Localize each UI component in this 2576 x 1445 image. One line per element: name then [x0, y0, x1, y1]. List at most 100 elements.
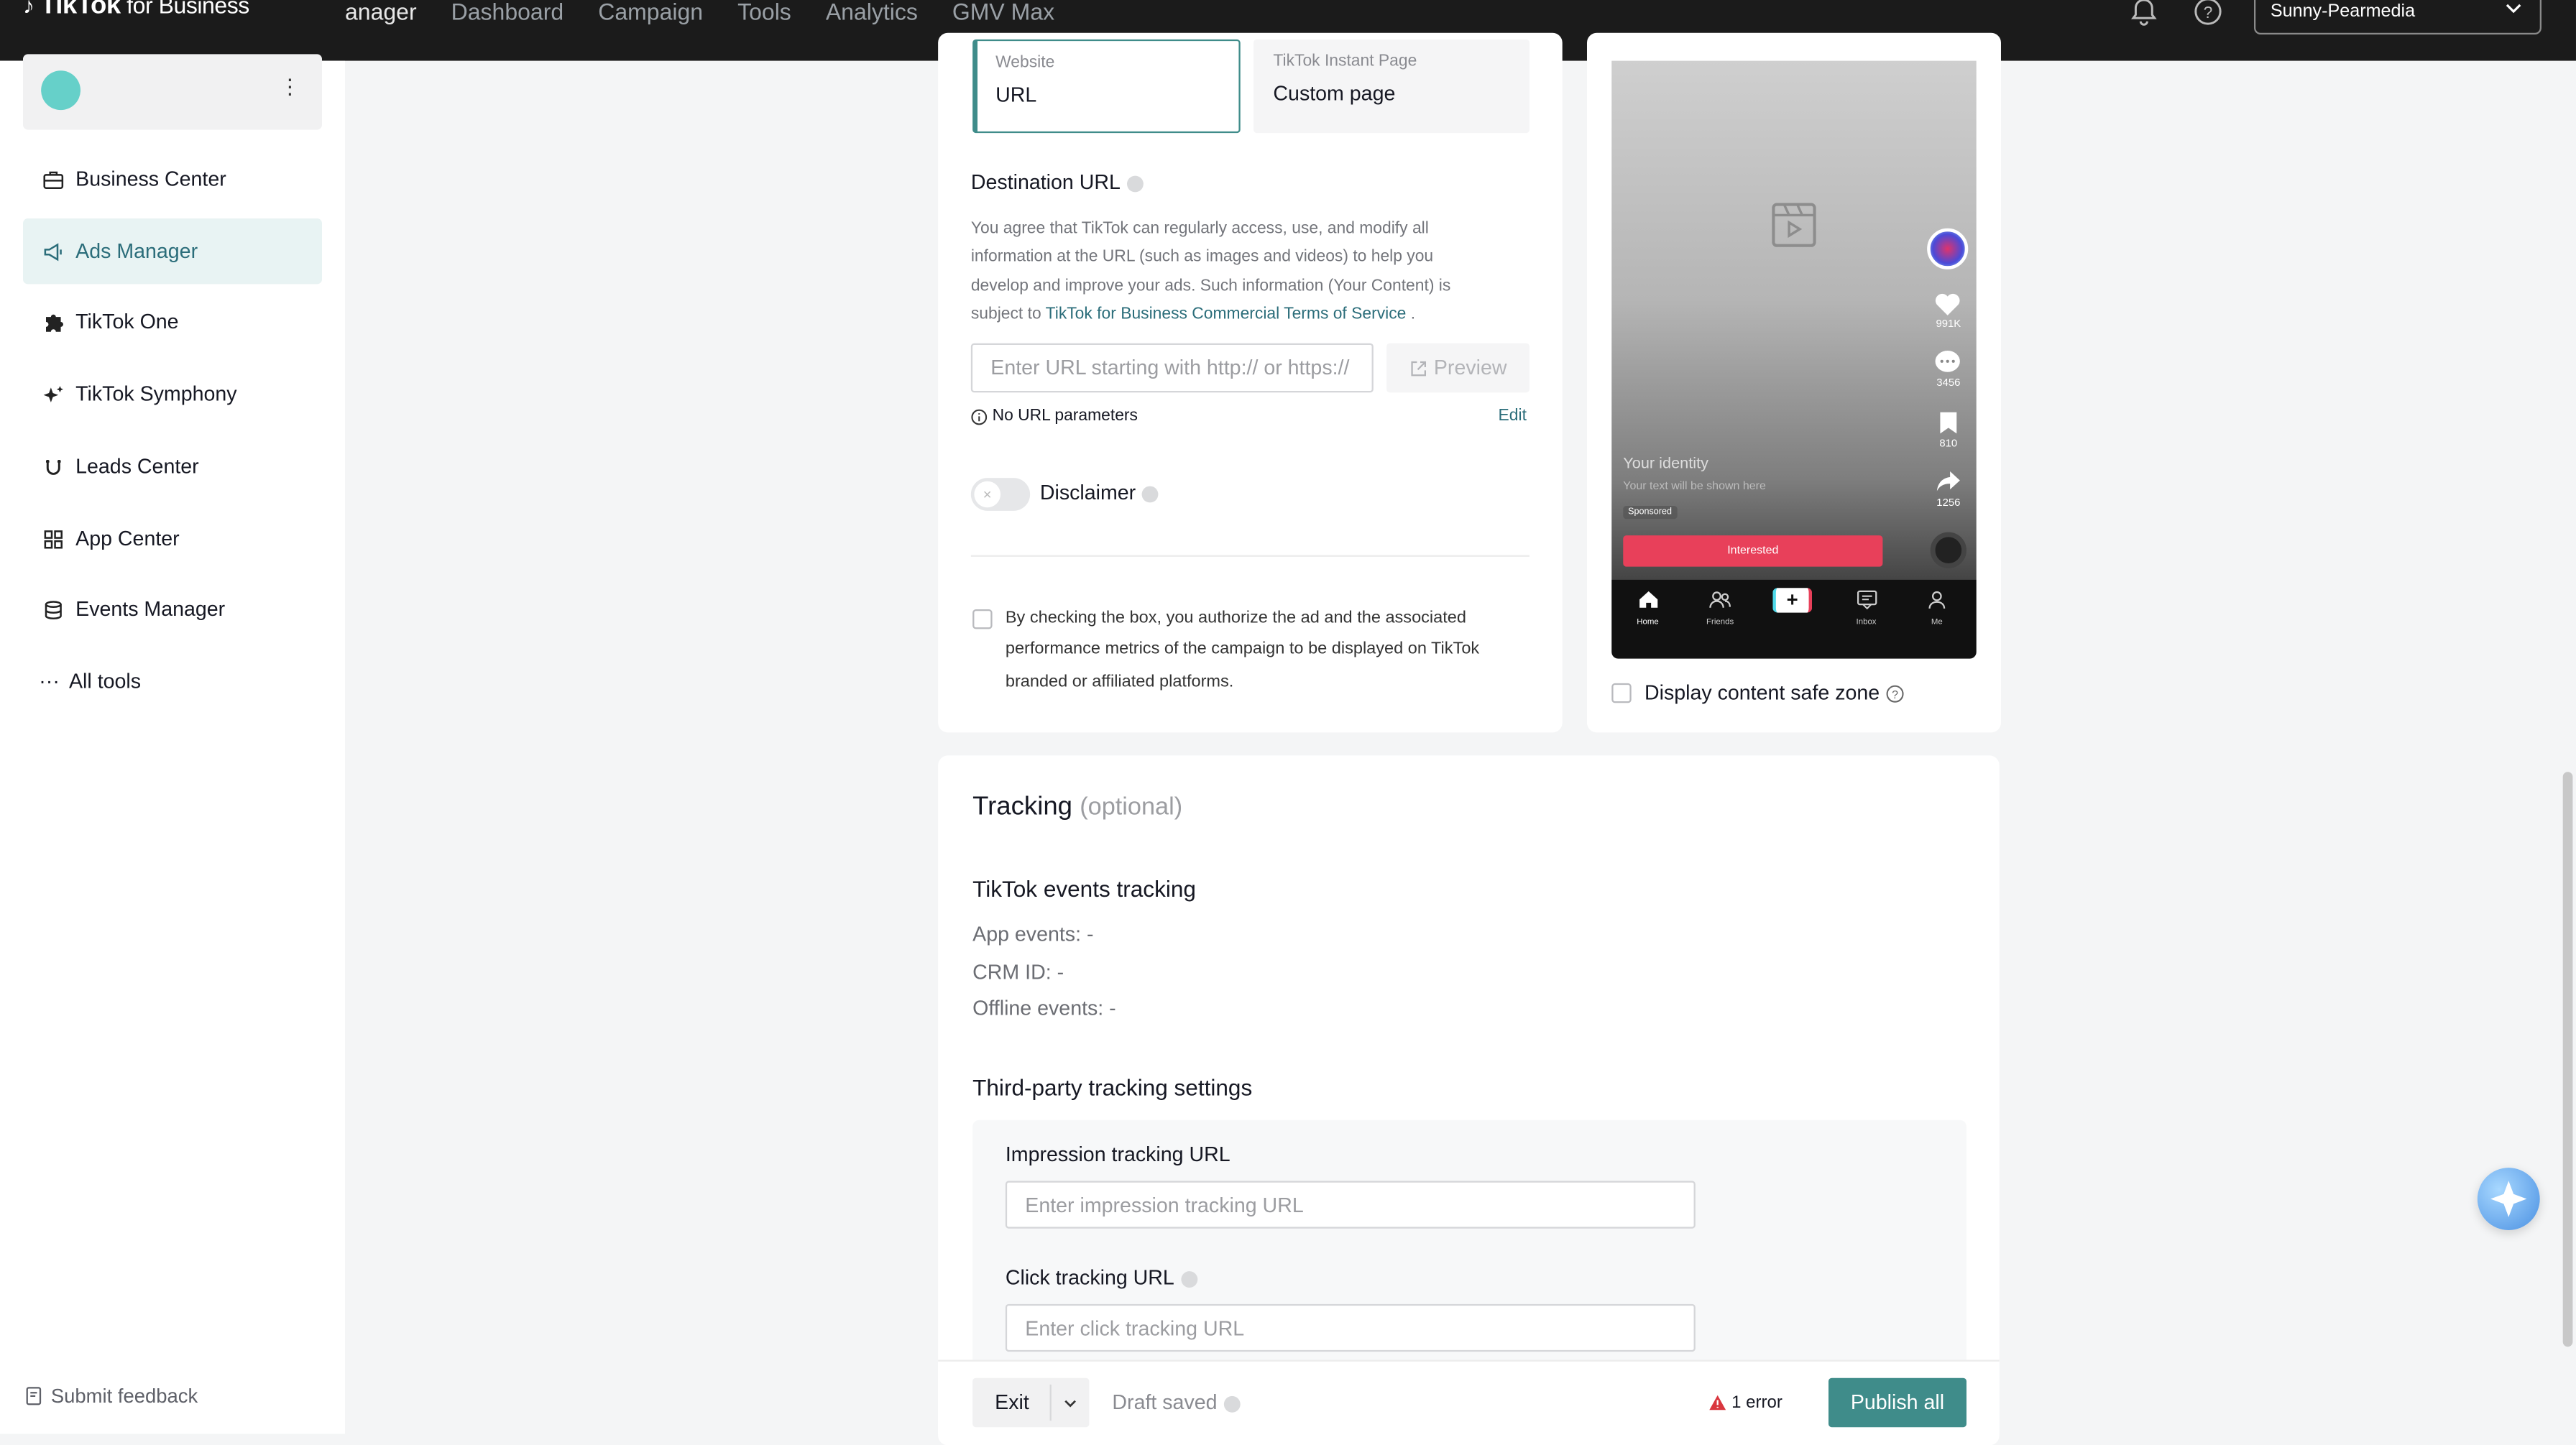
safe-zone-label: Display content safe zone? — [1644, 682, 1904, 705]
url-params-status: No URL parameters — [971, 407, 1138, 425]
account-selector[interactable]: Sunny-Pearmedia — [2253, 0, 2542, 34]
identity-text: Your identity — [1623, 455, 1708, 474]
tiktok-logo-icon: ♪ — [22, 0, 40, 19]
help-icon[interactable] — [1223, 1395, 1241, 1413]
avatar[interactable] — [41, 70, 80, 111]
consent-checkbox[interactable] — [972, 609, 993, 629]
likes-count: 991K — [1936, 318, 1961, 331]
sidebar-item-all-tools[interactable]: ··· All tools — [23, 649, 322, 714]
brand-logo[interactable]: ♪ TikTok for Business — [23, 0, 249, 22]
disclaimer-toggle[interactable]: × — [970, 478, 1031, 511]
briefcase-icon — [41, 167, 64, 190]
top-nav: anager Dashboard Campaign Tools Analytic… — [345, 0, 1054, 24]
click-url-input[interactable]: Enter click tracking URL — [1005, 1303, 1696, 1352]
divider — [970, 555, 1530, 557]
safe-zone-checkbox[interactable] — [1611, 683, 1632, 703]
account-card[interactable]: ⋮ — [22, 54, 322, 130]
caption-hint: Your text will be shown here — [1623, 481, 1766, 493]
sidebar-item-events-manager[interactable]: Events Manager — [23, 576, 322, 642]
assistant-button[interactable] — [2477, 1168, 2540, 1230]
sidebar-item-leads-center[interactable]: Leads Center — [23, 433, 322, 499]
create-button: + — [1772, 588, 1813, 613]
feedback-icon — [26, 1387, 42, 1405]
profile-avatar — [1927, 228, 1969, 269]
tab-friends: Friends — [1703, 588, 1736, 627]
inbox-icon — [1856, 590, 1877, 610]
consent-text: By checking the box, you authorize the a… — [1005, 609, 1480, 691]
more-options-icon[interactable]: ⋮ — [280, 74, 301, 101]
sidebar-item-tiktok-one[interactable]: TikTok One — [23, 289, 322, 354]
scrollbar[interactable] — [2562, 772, 2573, 1347]
toggle-off-icon: × — [974, 481, 1000, 508]
comment-icon — [1935, 350, 1960, 372]
share-icon — [1936, 471, 1960, 491]
tab-me: Me — [1926, 588, 1949, 627]
nav-dashboard[interactable]: Dashboard — [451, 0, 564, 24]
help-icon[interactable] — [1142, 485, 1159, 502]
megaphone-icon — [41, 240, 64, 263]
tab-custom-page[interactable]: TikTok Instant Page Custom page — [1253, 39, 1530, 134]
brand-name: TikTok — [40, 0, 121, 20]
submit-feedback-link[interactable]: Submit feedback — [24, 1385, 198, 1408]
tab-custom-caption: TikTok Instant Page — [1273, 52, 1417, 71]
preview-button[interactable]: Preview — [1386, 343, 1530, 393]
events-tracking-title: TikTok events tracking — [972, 877, 1196, 902]
sidebar-item-label: Leads Center — [75, 455, 199, 479]
third-party-title: Third-party tracking settings — [972, 1076, 1253, 1101]
edit-link[interactable]: Edit — [1499, 407, 1527, 425]
app-events: App events: - — [972, 923, 1094, 946]
destination-url-input[interactable]: Enter URL starting with http:// or https… — [970, 343, 1374, 393]
tab-website-caption: Website — [995, 54, 1055, 73]
sidebar-item-business-center[interactable]: Business Center — [23, 146, 322, 211]
nav-tools[interactable]: Tools — [737, 0, 791, 24]
tab-website[interactable]: Website URL — [972, 39, 1241, 134]
cta-button: Interested — [1623, 535, 1883, 567]
help-icon[interactable]: ? — [1886, 685, 1904, 703]
sidebar-item-label: TikTok One — [75, 310, 179, 333]
magnet-icon — [41, 455, 64, 478]
sidebar-item-label: TikTok Symphony — [75, 382, 237, 406]
tab-custom-label: Custom page — [1273, 82, 1396, 106]
nav-analytics[interactable]: Analytics — [826, 0, 918, 24]
bell-icon[interactable] — [2129, 0, 2158, 27]
help-icon[interactable]: ? — [2193, 0, 2222, 27]
warning-icon — [1709, 1395, 1726, 1411]
nav-campaign[interactable]: Campaign — [598, 0, 703, 24]
click-tracking-label: Click tracking URL — [1006, 1266, 1197, 1289]
impression-url-input[interactable]: Enter impression tracking URL — [1005, 1181, 1696, 1229]
music-disc-icon — [1930, 532, 1966, 568]
bookmark-icon — [1940, 412, 1957, 434]
impression-label: Impression tracking URL — [1005, 1142, 1230, 1166]
home-icon — [1638, 591, 1657, 608]
sidebar: ⋮ Business Center Ads Manager TikTok One… — [0, 54, 345, 1434]
crm-id: CRM ID: - — [972, 961, 1064, 984]
profile-icon — [1928, 591, 1946, 609]
publish-all-button[interactable]: Publish all — [1828, 1377, 1966, 1428]
shares-count: 1256 — [1936, 497, 1961, 509]
svg-text:?: ? — [1892, 690, 1898, 702]
exit-dropdown[interactable] — [1052, 1378, 1090, 1428]
saves-count: 810 — [1939, 438, 1958, 451]
help-icon[interactable] — [1180, 1270, 1197, 1288]
sidebar-item-label: Events Manager — [75, 597, 226, 621]
draft-status: Draft saved — [1112, 1391, 1241, 1414]
sidebar-item-ads-manager[interactable]: Ads Manager — [22, 218, 322, 285]
exit-button[interactable]: Exit — [972, 1378, 1052, 1428]
sidebar-item-app-center[interactable]: App Center — [23, 506, 322, 571]
sidebar-item-tiktok-symphony[interactable]: TikTok Symphony — [23, 361, 322, 427]
help-icon[interactable] — [1127, 175, 1144, 192]
grid-icon — [41, 527, 64, 550]
brand-sub: for Business — [120, 0, 249, 19]
sidebar-item-label: All tools — [68, 670, 142, 693]
tab-inbox: Inbox — [1852, 588, 1881, 627]
exit-button-group: Exit — [972, 1377, 1090, 1428]
tracking-title: Tracking (optional) — [972, 793, 1183, 821]
offline-events: Offline events: - — [972, 997, 1116, 1020]
more-icon: ··· — [39, 670, 60, 693]
nav-gmv-max[interactable]: GMV Max — [952, 0, 1054, 24]
nav-ads-manager[interactable]: anager — [345, 0, 417, 24]
video-placeholder-icon — [1772, 203, 1816, 247]
sparkle-icon — [41, 383, 64, 406]
terms-link[interactable]: TikTok for Business Commercial Terms of … — [1046, 306, 1407, 324]
error-indicator[interactable]: 1 error — [1708, 1393, 1782, 1413]
